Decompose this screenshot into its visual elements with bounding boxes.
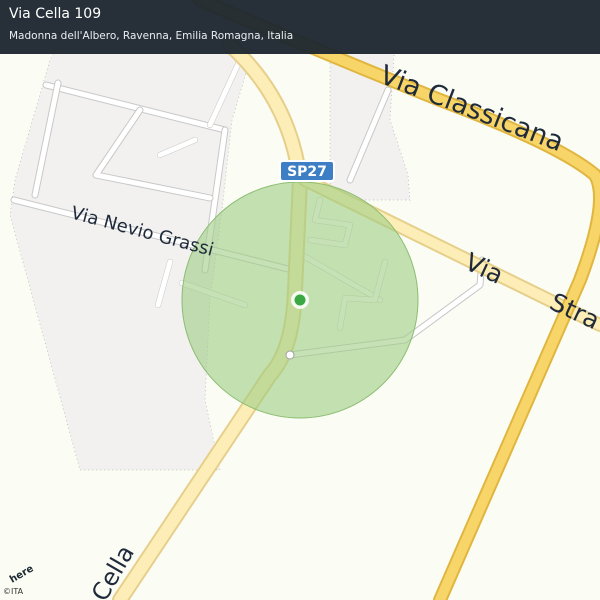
route-shield-icon: SP27 (279, 160, 335, 182)
location-title: Via Cella 109 (9, 6, 102, 22)
location-dot-icon[interactable] (291, 291, 309, 309)
here-logo-text: here (8, 563, 36, 585)
map-canvas[interactable]: Via Classicana Via Nevio Grassi Via Stra… (0, 0, 600, 600)
roundabout (285, 350, 295, 360)
here-logo-icon: here (8, 563, 36, 585)
location-address: Madonna dell'Albero, Ravenna, Emilia Rom… (9, 30, 294, 42)
label-via-classicana: Via Classicana (375, 60, 567, 158)
copyright-text: ©ITA (3, 587, 24, 596)
location-header: Via Cella 109 Madonna dell'Albero, Raven… (0, 0, 600, 54)
route-shield-label: SP27 (287, 164, 327, 180)
